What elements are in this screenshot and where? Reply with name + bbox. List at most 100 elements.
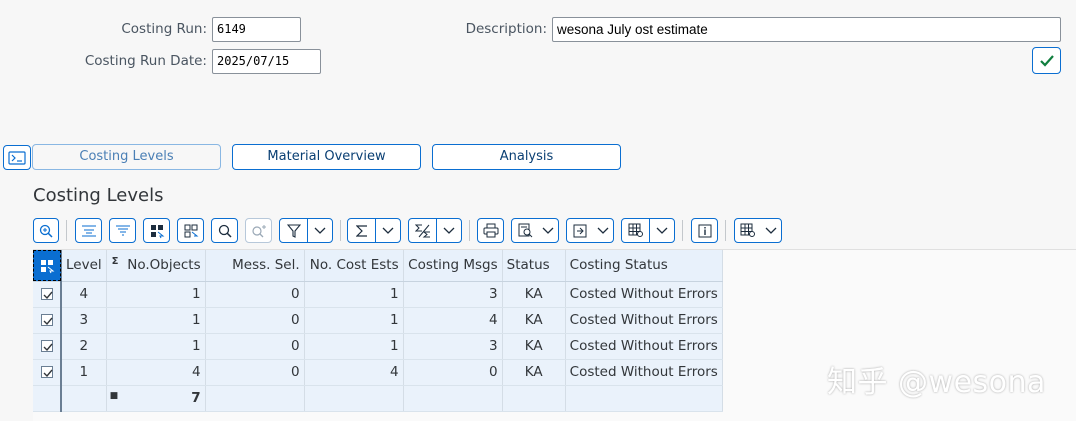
cell-no-cost-ests: 1 [304, 307, 404, 334]
cell-mess-sel: 0 [205, 333, 305, 360]
total-select-cell [33, 385, 62, 412]
sort-descending-button[interactable] [109, 218, 136, 243]
total-empty-cell [502, 385, 566, 412]
view-icon [518, 223, 532, 238]
tab-material-overview[interactable]: Material Overview [232, 144, 421, 170]
select-layout-button[interactable] [143, 218, 170, 243]
row-checkbox[interactable] [40, 314, 53, 326]
cell-mess-sel: 0 [205, 307, 305, 334]
grid-settings-icon [628, 223, 643, 237]
filter-lines-icon [115, 225, 130, 235]
sum-marker-icon: Σ [111, 256, 119, 267]
col-header-level[interactable]: Level [61, 250, 107, 282]
sum-button[interactable] [347, 218, 401, 243]
cell-no-objects: 1 [106, 307, 206, 334]
print-button[interactable] [477, 218, 504, 243]
info-button[interactable] [691, 218, 718, 243]
col-header-status[interactable]: Status [502, 250, 566, 282]
filter-icon [286, 223, 301, 238]
cell-no-cost-ests: 1 [304, 333, 404, 360]
total-no-objects: 7 [191, 390, 201, 406]
select-layout-icon [41, 259, 55, 273]
col-header-no-cost-ests[interactable]: No. Cost Ests [304, 250, 404, 282]
collapse-panel-icon [8, 150, 26, 165]
filter-button[interactable] [279, 218, 333, 243]
sum-icon [355, 224, 367, 237]
chevron-down-icon [382, 227, 394, 234]
tab-analysis[interactable]: Analysis [432, 144, 621, 170]
layout-settings-button[interactable] [734, 218, 782, 243]
cell-costing-msgs: 3 [403, 281, 503, 308]
total-empty-cell [205, 385, 305, 412]
cell-costing-status: Costed Without Errors [565, 359, 723, 386]
table-row[interactable]: 2 1 0 1 3 KA Costed Without Errors [33, 333, 723, 360]
col-header-costing-status[interactable]: Costing Status [565, 250, 723, 282]
costing-run-input[interactable]: 6149 [212, 17, 301, 42]
search-next-icon [251, 224, 266, 237]
checkmark-icon [43, 369, 53, 378]
export-button[interactable] [566, 218, 614, 243]
cell-mess-sel: 0 [205, 359, 305, 386]
checkmark-icon [1039, 54, 1054, 67]
cell-level: 1 [61, 359, 107, 386]
col-header-no-objects-label: No.Objects [127, 257, 201, 274]
views-button[interactable] [511, 218, 559, 243]
toggle-panel-button[interactable] [3, 145, 31, 170]
cell-no-cost-ests: 1 [304, 281, 404, 308]
row-checkbox[interactable] [40, 340, 53, 352]
subtotal-button[interactable] [408, 218, 462, 243]
chevron-down-icon [765, 227, 777, 234]
details-button[interactable] [33, 218, 59, 243]
col-header-costing-msgs[interactable]: Costing Msgs [403, 250, 503, 282]
cell-no-cost-ests: 4 [304, 359, 404, 386]
table-row[interactable]: 1 4 0 4 0 KA Costed Without Errors [33, 359, 723, 386]
cell-no-objects: 1 [106, 281, 206, 308]
table-row[interactable]: 4 1 0 1 3 KA Costed Without Errors [33, 281, 723, 308]
row-select-cell[interactable] [33, 359, 62, 386]
cell-costing-msgs: 0 [403, 359, 503, 386]
find-next-button[interactable] [245, 218, 272, 243]
confirm-button[interactable] [1032, 47, 1061, 74]
chevron-down-icon [314, 227, 326, 234]
description-input[interactable]: wesona July ost estimate [552, 17, 1061, 42]
print-icon [483, 223, 498, 238]
costing-run-date-input[interactable]: 2025/07/15 [212, 49, 321, 74]
cell-level: 3 [61, 307, 107, 334]
chevron-down-icon [597, 227, 609, 234]
select-layout-icon [150, 224, 164, 238]
layout-icon [184, 224, 198, 237]
find-button[interactable] [211, 218, 238, 243]
total-empty-cell [403, 385, 503, 412]
cell-costing-msgs: 3 [403, 333, 503, 360]
col-header-mess-sel[interactable]: Mess. Sel. [205, 250, 305, 282]
table-row[interactable]: 3 1 0 1 4 KA Costed Without Errors [33, 307, 723, 334]
checkmark-icon [43, 343, 53, 352]
subtotal-icon [414, 224, 430, 237]
checkmark-icon [43, 317, 53, 326]
total-empty-cell [565, 385, 723, 412]
cell-status: KA [502, 281, 566, 308]
cell-mess-sel: 0 [205, 281, 305, 308]
cell-costing-msgs: 4 [403, 307, 503, 334]
align-top-icon [81, 225, 96, 236]
row-select-cell[interactable] [33, 333, 62, 360]
cell-no-objects: 1 [106, 333, 206, 360]
zoom-icon [39, 224, 53, 238]
select-all-button[interactable] [33, 250, 61, 281]
row-checkbox[interactable] [40, 288, 53, 300]
row-select-cell[interactable] [33, 307, 62, 334]
row-checkbox[interactable] [40, 366, 53, 378]
row-select-cell[interactable] [33, 281, 62, 308]
description-label: Description: [465, 21, 547, 37]
grid-settings-button[interactable] [621, 218, 675, 243]
section-title: Costing Levels [33, 185, 164, 206]
costing-levels-table: Level Σ No.Objects Mess. Sel. No. Cost E… [33, 250, 723, 412]
layout-button[interactable] [177, 218, 204, 243]
export-icon [573, 224, 586, 238]
tab-costing-levels[interactable]: Costing Levels [32, 144, 221, 170]
sort-ascending-button[interactable] [75, 218, 102, 243]
cell-costing-status: Costed Without Errors [565, 307, 723, 334]
checkmark-icon [43, 291, 53, 300]
col-header-no-objects[interactable]: Σ No.Objects [106, 250, 206, 282]
chevron-down-icon [542, 227, 554, 234]
